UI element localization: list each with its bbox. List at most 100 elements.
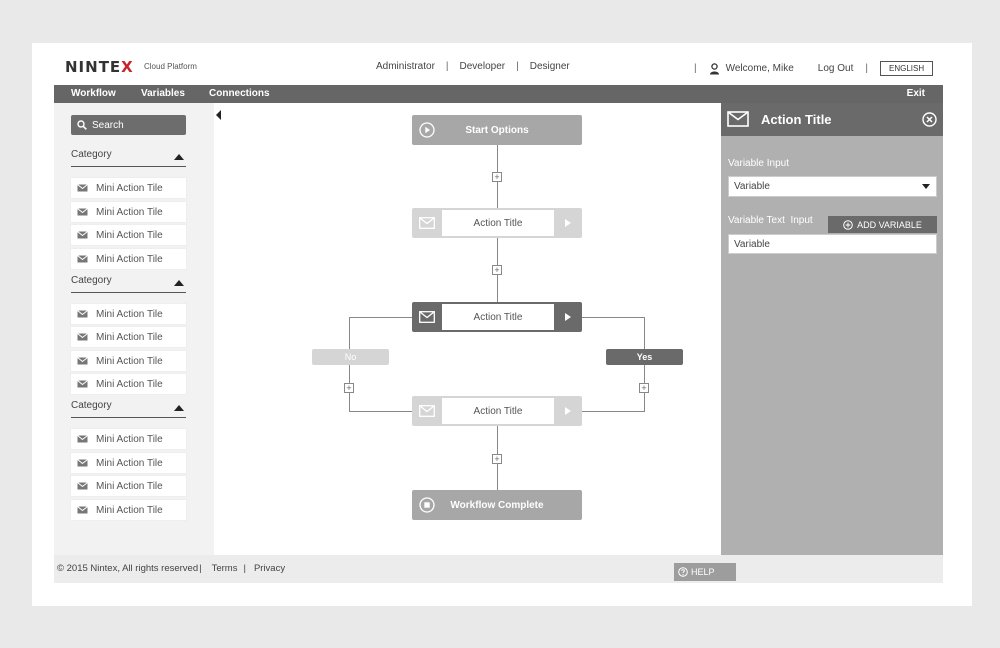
category-label: Category — [71, 275, 112, 286]
mini-action-tile[interactable]: Mini Action Tile — [71, 374, 186, 394]
close-icon[interactable] — [922, 112, 937, 127]
variable-input-label: Variable Input — [728, 158, 789, 169]
search-button[interactable]: Search — [71, 115, 186, 135]
properties-title: Action Title — [761, 112, 832, 127]
tile-label: Mini Action Tile — [96, 504, 163, 516]
category-header[interactable]: Category — [71, 149, 186, 167]
category-header[interactable]: Category — [71, 400, 186, 418]
envelope-icon — [77, 435, 88, 443]
privacy-link[interactable]: Privacy — [254, 563, 285, 574]
chevron-down-icon — [922, 184, 930, 189]
workflow-complete-node[interactable]: Workflow Complete — [412, 490, 582, 520]
tile-label: Mini Action Tile — [96, 229, 163, 241]
help-button[interactable]: HELP — [674, 563, 736, 581]
action-node[interactable]: Action Title — [412, 396, 582, 426]
mini-action-tile[interactable]: Mini Action Tile — [71, 500, 186, 520]
collapse-panel-icon[interactable] — [216, 110, 221, 120]
tile-label: Mini Action Tile — [96, 433, 163, 445]
start-options-node[interactable]: Start Options — [412, 115, 582, 145]
tile-label: Mini Action Tile — [96, 182, 163, 194]
expand-arrow-icon[interactable] — [554, 396, 582, 426]
branch-no[interactable]: No — [312, 349, 389, 365]
mini-action-tile[interactable]: Mini Action Tile — [71, 304, 186, 324]
menu-connections[interactable]: Connections — [209, 88, 270, 99]
help-icon — [678, 567, 688, 577]
search-icon — [77, 120, 87, 130]
envelope-icon — [77, 506, 88, 514]
menu-variables[interactable]: Variables — [141, 88, 185, 99]
envelope-icon — [77, 459, 88, 467]
node-label: Action Title — [442, 210, 554, 236]
nintex-logo: NINTEX — [65, 58, 134, 76]
terms-link[interactable]: Terms — [212, 563, 238, 574]
connector-line — [349, 317, 412, 318]
add-step-button[interactable]: + — [344, 383, 354, 393]
envelope-icon — [77, 255, 88, 263]
tile-label: Mini Action Tile — [96, 378, 163, 390]
role-administrator-link[interactable]: Administrator — [376, 61, 435, 72]
role-nav: Administrator | Developer | Designer — [376, 61, 570, 72]
collapse-up-icon — [174, 405, 184, 411]
node-label: Action Title — [442, 398, 554, 424]
mini-action-tile[interactable]: Mini Action Tile — [71, 327, 186, 347]
mini-action-tile[interactable]: Mini Action Tile — [71, 453, 186, 473]
expand-arrow-icon[interactable] — [554, 302, 582, 332]
plus-circle-icon — [843, 219, 853, 230]
properties-header: Action Title — [721, 103, 943, 136]
divider: | — [865, 63, 868, 74]
add-step-button[interactable]: + — [492, 265, 502, 275]
variable-input-select[interactable]: Variable — [728, 176, 937, 197]
variable-text-input[interactable]: Variable — [728, 234, 937, 254]
category-header[interactable]: Category — [71, 275, 186, 293]
exit-button[interactable]: Exit — [907, 88, 925, 99]
envelope-icon — [77, 482, 88, 490]
mini-action-tile[interactable]: Mini Action Tile — [71, 351, 186, 371]
app-window: NINTEX Cloud Platform Administrator | De… — [32, 43, 972, 606]
help-label: HELP — [691, 567, 715, 577]
action-node[interactable]: Action Title — [412, 208, 582, 238]
footer: © 2015 Nintex, All rights reserved | Ter… — [54, 555, 943, 583]
menu-workflow[interactable]: Workflow — [71, 88, 116, 99]
envelope-icon — [77, 380, 88, 388]
mini-action-tile[interactable]: Mini Action Tile — [71, 202, 186, 222]
expand-arrow-icon[interactable] — [554, 208, 582, 238]
language-button[interactable]: ENGLISH — [879, 61, 934, 76]
add-step-button[interactable]: + — [639, 383, 649, 393]
logo-subtitle: Cloud Platform — [144, 62, 197, 71]
action-node-selected[interactable]: Action Title — [412, 302, 582, 332]
logout-link[interactable]: Log Out — [818, 63, 854, 74]
divider: | — [516, 61, 519, 72]
user-icon — [709, 62, 719, 74]
envelope-icon — [77, 333, 88, 341]
divider: | — [243, 563, 246, 574]
envelope-icon — [77, 208, 88, 216]
select-value: Variable — [734, 181, 770, 192]
mini-action-tile[interactable]: Mini Action Tile — [71, 476, 186, 496]
connector-line — [349, 411, 412, 412]
tile-label: Mini Action Tile — [96, 480, 163, 492]
add-variable-button[interactable]: ADD VARIABLE — [828, 216, 937, 233]
search-label: Search — [92, 119, 124, 131]
divider: | — [445, 61, 449, 72]
mini-action-tile[interactable]: Mini Action Tile — [71, 249, 186, 269]
envelope-icon — [77, 231, 88, 239]
divider: | — [199, 563, 202, 574]
divider: | — [694, 63, 697, 74]
menu-bar: Workflow Variables Connections Exit — [54, 85, 943, 103]
branch-yes[interactable]: Yes — [606, 349, 683, 365]
tile-label: Mini Action Tile — [96, 355, 163, 367]
variable-text-label: Variable Text Input — [728, 215, 813, 226]
add-variable-label: ADD VARIABLE — [857, 219, 922, 230]
add-step-button[interactable]: + — [492, 454, 502, 464]
mini-action-tile[interactable]: Mini Action Tile — [71, 225, 186, 245]
mini-action-tile[interactable]: Mini Action Tile — [71, 429, 186, 449]
envelope-icon — [412, 302, 442, 332]
envelope-icon — [412, 396, 442, 426]
add-step-button[interactable]: + — [492, 172, 502, 182]
mini-action-tile[interactable]: Mini Action Tile — [71, 178, 186, 198]
connector-line — [582, 317, 645, 318]
category-label: Category — [71, 400, 112, 411]
node-label: Workflow Complete — [450, 499, 544, 511]
role-developer-link[interactable]: Developer — [460, 61, 506, 72]
role-designer-link[interactable]: Designer — [530, 61, 570, 72]
